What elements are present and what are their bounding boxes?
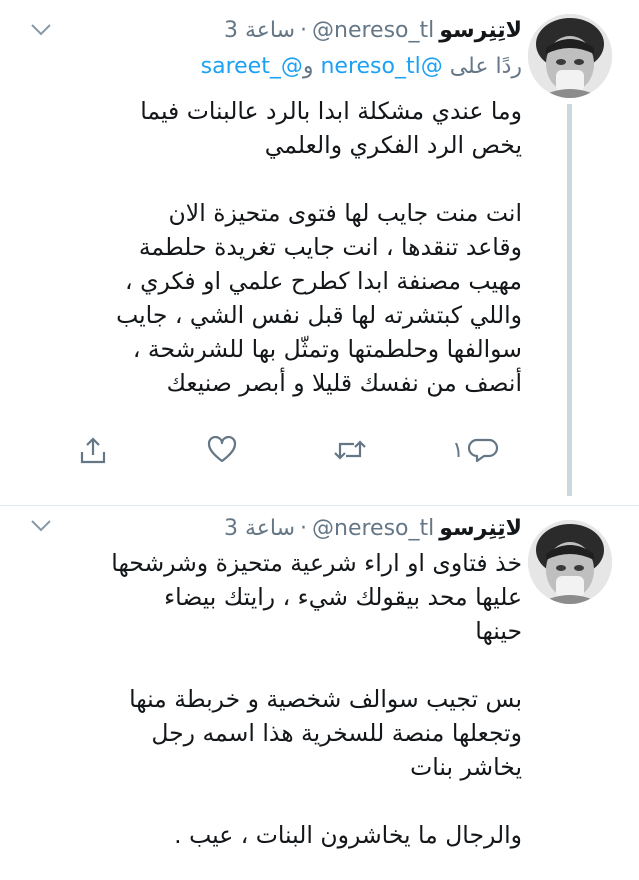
tweet[interactable]: لاتِنِرسو @nereso_tl · 3 ساعة خذ فتاوى ا… — [0, 506, 639, 880]
tweet-line: واللي كبتشرته لها قبل نفس الشي ، جايب — [116, 301, 522, 329]
tweet-line: وقاعد تنقدها ، انت جايب تغريدة حلطمة — [138, 233, 522, 261]
reply-joiner: و — [302, 54, 314, 79]
tweet[interactable]: لاتِنِرسو @nereso_tl · 3 ساعة ردًا على @… — [0, 0, 639, 505]
timestamp[interactable]: 3 ساعة — [224, 18, 295, 43]
tweet-line: بس تجيب سوالف شخصية و خربطة منها — [129, 685, 522, 713]
tweet-line: وتجعلها منصة للسخرية هذا اسمه رجل — [151, 719, 522, 747]
separator-dot: · — [300, 515, 307, 541]
user-handle[interactable]: @nereso_tl — [312, 18, 434, 43]
tweet-header: لاتِنِرسو @nereso_tl · 3 ساعة — [224, 14, 522, 46]
tweet-text: وما عندي مشكلة ابدا بالرد عالبنات فيما ي… — [52, 94, 522, 400]
timestamp[interactable]: 3 ساعة — [224, 516, 295, 541]
display-name[interactable]: لاتِنِرسو — [439, 18, 522, 43]
avatar[interactable] — [528, 520, 612, 604]
retweet-button[interactable] — [332, 436, 368, 464]
display-name[interactable]: لاتِنِرسو — [439, 516, 522, 541]
reply-count: ١ — [452, 437, 464, 463]
tweet-line: يخاشر بنات — [410, 753, 522, 781]
like-icon — [207, 436, 237, 463]
reply-mention[interactable]: @_sareet — [201, 54, 303, 79]
paragraph-break — [52, 784, 522, 818]
tweet-line: مهيب مصنفة ابدا كطرح علمي او فكري ، — [125, 267, 522, 295]
like-button[interactable] — [206, 436, 238, 464]
share-icon — [80, 437, 106, 464]
paragraph-break — [52, 648, 522, 682]
tweet-line: يخص الرد الفكري والعلمي — [264, 131, 522, 159]
tweet-header: لاتِنِرسو @nereso_tl · 3 ساعة — [224, 512, 522, 544]
reply-icon — [467, 438, 498, 463]
retweet-icon — [334, 440, 366, 460]
tweet-text: خذ فتاوى او اراء شرعية متحيزة وشرشحها عل… — [52, 546, 522, 852]
paragraph-break — [52, 162, 522, 196]
tweet-line: عليها محد بيقولك شيء ، رايتك بيضاء — [164, 583, 522, 611]
chevron-down-icon[interactable] — [30, 22, 52, 38]
tweet-line: خذ فتاوى او اراء شرعية متحيزة وشرشحها — [111, 549, 522, 577]
user-handle[interactable]: @nereso_tl — [312, 516, 434, 541]
tweet-line: والرجال ما يخاشرون البنات ، عيب . — [174, 821, 522, 849]
tweet-line: أنصف من نفسك قليلا و أبصر صنيعك — [166, 369, 522, 397]
tweet-line: انت منت جايب لها فتوى متحيزة الان — [168, 199, 522, 227]
reply-mention[interactable]: @nereso_tl — [320, 54, 442, 79]
replying-to: ردًا على @nereso_tl و@_sareet — [201, 54, 522, 86]
share-button[interactable] — [78, 436, 108, 466]
reply-button[interactable]: ١ — [452, 436, 498, 464]
tweet-actions: ١ — [0, 428, 639, 472]
chevron-down-icon[interactable] — [30, 518, 52, 534]
tweet-line: سوالفها وحلطمتها وتمثّل بها للشرشحة ، — [132, 335, 522, 363]
replying-to-label: ردًا على — [449, 54, 522, 79]
tweet-line: حينها — [475, 617, 522, 645]
avatar[interactable] — [528, 14, 612, 98]
separator-dot: · — [300, 17, 307, 43]
tweet-line: وما عندي مشكلة ابدا بالرد عالبنات فيما — [140, 97, 522, 125]
